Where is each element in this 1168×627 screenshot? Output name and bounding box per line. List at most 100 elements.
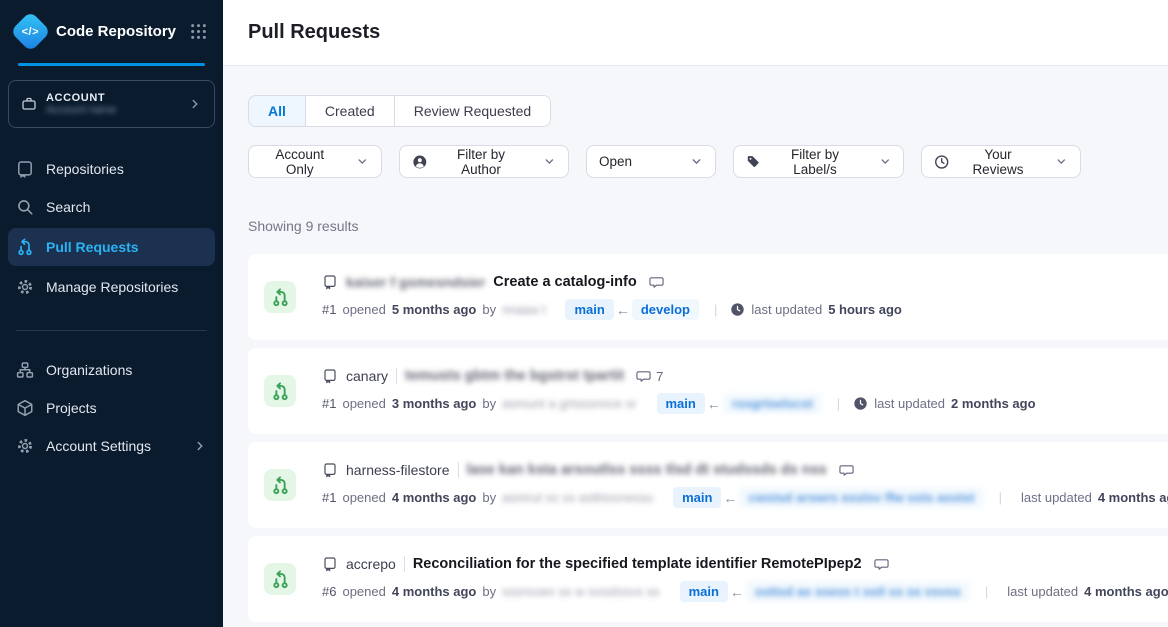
branch-badges: main ← ssttsd as ssess t sstl ss ss vsvs… (678, 581, 972, 602)
comment-indicator (649, 275, 664, 290)
clock-filled-icon (730, 302, 745, 317)
divider: | (999, 490, 1002, 505)
author-filter-label: Filter by Author (437, 147, 526, 177)
tab-created[interactable]: Created (305, 96, 394, 126)
last-updated-value: 4 months ago (1098, 490, 1168, 505)
pr-tabs: All Created Review Requested (248, 95, 551, 127)
sidebar-item-repositories[interactable]: Repositories (0, 150, 223, 188)
pr-row[interactable]: canary temusts gbtm the bgstrst tpartit … (248, 348, 1168, 434)
opened-label: opened (342, 396, 385, 411)
divider: | (985, 584, 988, 599)
comment-icon (636, 369, 651, 384)
last-updated-label: last updated (751, 302, 822, 317)
page-title: Pull Requests (248, 21, 380, 44)
last-updated-label: last updated (1007, 584, 1078, 599)
sidebar-item-label: Projects (46, 400, 97, 416)
sidebar-item-manage-repositories[interactable]: Manage Repositories (0, 268, 223, 306)
pr-author-redacted: asmrut ss ss astktssrwssu (502, 490, 653, 505)
logo-row: </> Code Repository (0, 0, 223, 63)
divider: | (714, 302, 717, 317)
state-filter-label: Open (599, 154, 632, 169)
sidebar-item-label: Repositories (46, 161, 124, 177)
opened-label: opened (342, 490, 385, 505)
reviews-filter-dropdown[interactable]: Your Reviews (921, 145, 1081, 178)
tab-review-requested[interactable]: Review Requested (394, 96, 551, 126)
pr-open-state-icon (264, 469, 296, 501)
chevron-down-icon (1055, 155, 1068, 168)
last-updated-value: 5 hours ago (828, 302, 902, 317)
author-filter-dropdown[interactable]: Filter by Author (399, 145, 569, 178)
main-area: Pull Requests All Created Review Request… (223, 0, 1168, 627)
target-branch-badge[interactable]: main (673, 487, 721, 508)
comment-indicator: 7 (636, 369, 663, 384)
label-filter-dropdown[interactable]: Filter by Label/s (733, 145, 904, 178)
pr-number: #1 (322, 490, 336, 505)
target-branch-badge[interactable]: main (565, 299, 613, 320)
comment-icon (649, 275, 664, 290)
org-chart-icon (16, 361, 34, 379)
tab-all[interactable]: All (249, 96, 305, 126)
sidebar-item-pull-requests[interactable]: Pull Requests (8, 228, 215, 266)
merge-arrow: ← (730, 584, 744, 600)
pr-age: 4 months ago (392, 490, 477, 505)
last-updated-value: 2 months ago (951, 396, 1036, 411)
clock-icon (934, 154, 949, 170)
branch-badges: main ← cwstsd arswrs esslsv ffw ssts ass… (671, 487, 986, 508)
opened-label: opened (342, 302, 385, 317)
merge-arrow: ← (723, 490, 737, 506)
account-name-redacted: Account name (46, 104, 179, 116)
pr-number: #1 (322, 396, 336, 411)
divider (458, 462, 459, 478)
pr-row[interactable]: accrepo Reconciliation for the specified… (248, 536, 1168, 622)
sidebar-item-projects[interactable]: Projects (0, 389, 223, 427)
comment-count: 7 (656, 369, 663, 384)
pull-request-icon (271, 476, 290, 495)
repo-icon (322, 274, 338, 290)
pull-request-icon (271, 570, 290, 589)
chevron-down-icon (879, 155, 891, 168)
by-label: by (482, 584, 496, 599)
sidebar-nav: Repositories Search Pull Requests (0, 150, 223, 465)
source-branch-badge-redacted[interactable]: ssttsd as ssess t sstl ss ss vsvss (746, 581, 970, 602)
branch-badges: main ← develop (563, 299, 700, 320)
pr-list: kaiser f gsmesndsier Create a catalog-in… (248, 254, 1168, 622)
pr-title-redacted: lase kan ksta arsoutlss ssss tlsd dt stu… (467, 462, 827, 478)
scope-filter-label: Account Only (261, 147, 338, 177)
scope-filter-dropdown[interactable]: Account Only (248, 145, 382, 178)
tag-icon (746, 154, 760, 169)
pr-repo-name: harness-filestore (346, 462, 450, 478)
account-selector[interactable]: ACCOUNT Account name (8, 80, 215, 128)
state-filter-dropdown[interactable]: Open (586, 145, 716, 178)
merge-arrow: ← (616, 302, 630, 318)
briefcase-icon (21, 96, 37, 112)
pr-body: canary temusts gbtm the bgstrst tpartit … (322, 368, 1036, 414)
source-branch-badge-redacted[interactable]: cwstsd arswrs esslsv ffw ssts asstst (739, 487, 983, 508)
comment-indicator (839, 463, 854, 478)
pr-title-redacted: temusts gbtm the bgstrst tpartit (405, 368, 624, 384)
pr-body: harness-filestore lase kan ksta arsoutls… (322, 462, 1152, 508)
target-branch-badge[interactable]: main (657, 393, 705, 414)
sidebar-item-search[interactable]: Search (0, 188, 223, 226)
sidebar: </> Code Repository ACCOUNT Account name (0, 0, 223, 627)
pr-row[interactable]: kaiser f gsmesndsier Create a catalog-in… (248, 254, 1168, 340)
pull-request-icon (271, 288, 290, 307)
sidebar-item-account-settings[interactable]: Account Settings (0, 427, 223, 465)
results-summary: Showing 9 results (248, 218, 1168, 234)
sidebar-item-organizations[interactable]: Organizations (0, 351, 223, 389)
chevron-down-icon (356, 155, 369, 168)
source-branch-badge-redacted[interactable]: rssgrtselscst (723, 393, 822, 414)
pr-row[interactable]: harness-filestore lase kan ksta arsoutls… (248, 442, 1168, 528)
pr-author-redacted: nnaaa t (502, 302, 545, 317)
pr-open-state-icon (264, 281, 296, 313)
target-branch-badge[interactable]: main (680, 581, 728, 602)
app-grid-icon[interactable] (190, 23, 207, 40)
app-title: Code Repository (56, 23, 179, 40)
label-filter-label: Filter by Label/s (769, 147, 860, 177)
by-label: by (482, 396, 496, 411)
branch-badges: main ← rssgrtselscst (655, 393, 824, 414)
chevron-right-icon (193, 439, 207, 453)
chevron-down-icon (690, 155, 703, 168)
pr-title: Create a catalog-info (493, 274, 636, 290)
gear-icon (16, 278, 34, 296)
source-branch-badge[interactable]: develop (632, 299, 699, 320)
